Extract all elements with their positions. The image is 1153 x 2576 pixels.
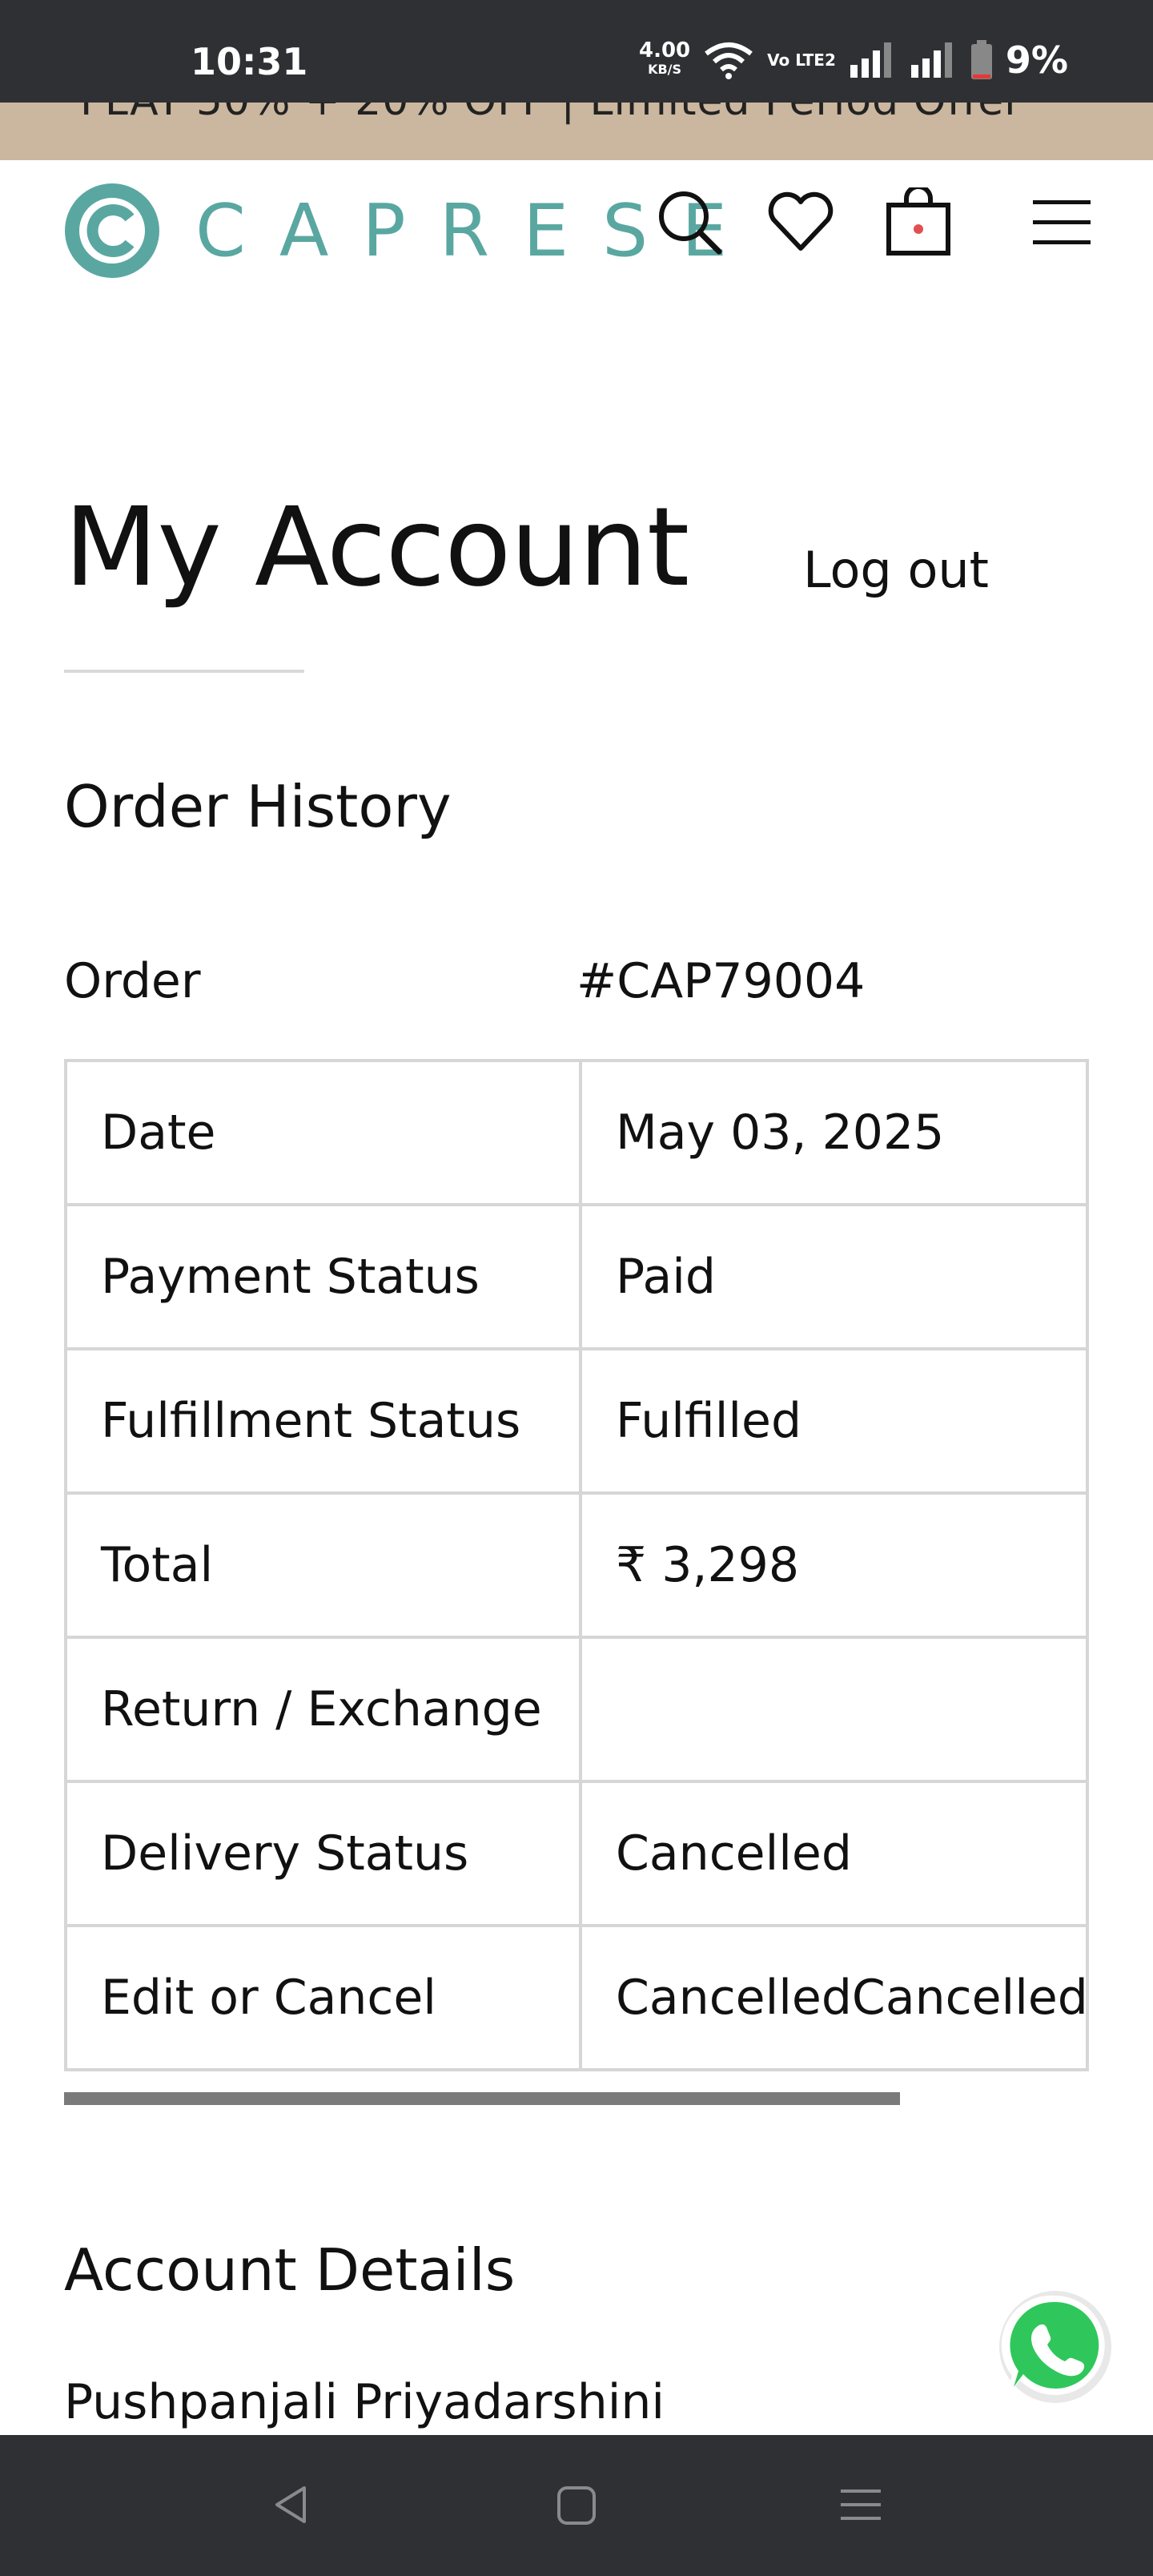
promo-text: FLAT 50% + 20% OFF | Limited Period Offe…: [80, 103, 1022, 125]
row-value: ₹ 3,298: [579, 1491, 1089, 1639]
row-label: Return / Exchange: [64, 1636, 582, 1783]
whatsapp-icon[interactable]: [991, 2281, 1119, 2409]
back-icon[interactable]: [269, 2483, 312, 2526]
row-value[interactable]: [579, 1636, 1089, 1783]
battery-icon: [970, 40, 992, 79]
heart-icon[interactable]: [767, 187, 834, 255]
wifi-icon: [705, 42, 753, 79]
status-indicators: 4.00 KB/S Vo LTE2 9%: [639, 38, 1068, 82]
network-speed: 4.00 KB/S: [638, 38, 691, 79]
account-details-heading: Account Details: [64, 2236, 516, 2304]
row-label: Payment Status: [64, 1203, 582, 1350]
signal-icon-2: [910, 42, 952, 78]
network-speed-value: 4.00: [638, 38, 691, 62]
table-row: Date May 03, 2025: [64, 1059, 1089, 1206]
row-label: Total: [64, 1491, 582, 1639]
home-icon[interactable]: [556, 2483, 597, 2526]
table-row: Delivery Status Cancelled: [64, 1780, 1089, 1927]
table-row: Fulfillment Status Fulfilled: [64, 1347, 1089, 1495]
row-value: Fulfilled: [579, 1347, 1089, 1495]
signal-icon: [850, 42, 891, 78]
order-details-table[interactable]: Date May 03, 2025 Payment Status Paid Fu…: [64, 1059, 1089, 2071]
table-row: Return / Exchange: [64, 1636, 1089, 1783]
order-label: Order: [64, 953, 201, 1009]
volte-label: Vo LTE2: [767, 50, 836, 70]
table-row: Payment Status Paid: [64, 1203, 1089, 1350]
order-history-heading: Order History: [64, 773, 452, 840]
recents-icon[interactable]: [839, 2483, 882, 2526]
network-speed-unit: KB/S: [648, 62, 682, 77]
bag-icon[interactable]: [884, 187, 953, 256]
row-value[interactable]: CancelledCancelledC: [579, 1924, 1089, 2071]
promo-banner[interactable]: FLAT 50% + 20% OFF | Limited Period Offe…: [0, 103, 1153, 160]
order-number: #CAP79004: [576, 953, 866, 1009]
search-icon[interactable]: [655, 187, 722, 255]
row-label: Date: [64, 1059, 582, 1206]
table-row: Edit or Cancel CancelledCancelledC: [64, 1924, 1089, 2071]
menu-icon[interactable]: [1033, 199, 1091, 247]
system-nav-bar: [0, 2435, 1153, 2576]
row-value: May 03, 2025: [579, 1059, 1089, 1206]
battery-percent: 9%: [1005, 38, 1068, 82]
table-horizontal-scrollbar[interactable]: [64, 2092, 900, 2105]
row-label: Edit or Cancel: [64, 1924, 582, 2071]
status-time: 10:31: [191, 40, 308, 83]
page-title: My Account: [64, 485, 689, 611]
logout-link[interactable]: Log out: [803, 541, 989, 599]
row-label: Delivery Status: [64, 1780, 582, 1927]
customer-name: Pushpanjali Priyadarshini: [64, 2374, 665, 2430]
status-bar: 10:31 4.00 KB/S Vo LTE2 9%: [0, 0, 1153, 103]
row-label: Fulfillment Status: [64, 1347, 582, 1495]
logo-mark-icon: [65, 183, 159, 278]
table-row: Total ₹ 3,298: [64, 1491, 1089, 1639]
row-value: Cancelled: [579, 1780, 1089, 1927]
row-value: Paid: [579, 1203, 1089, 1350]
title-divider: [64, 670, 304, 673]
site-header: CAPRESE: [0, 160, 1153, 288]
